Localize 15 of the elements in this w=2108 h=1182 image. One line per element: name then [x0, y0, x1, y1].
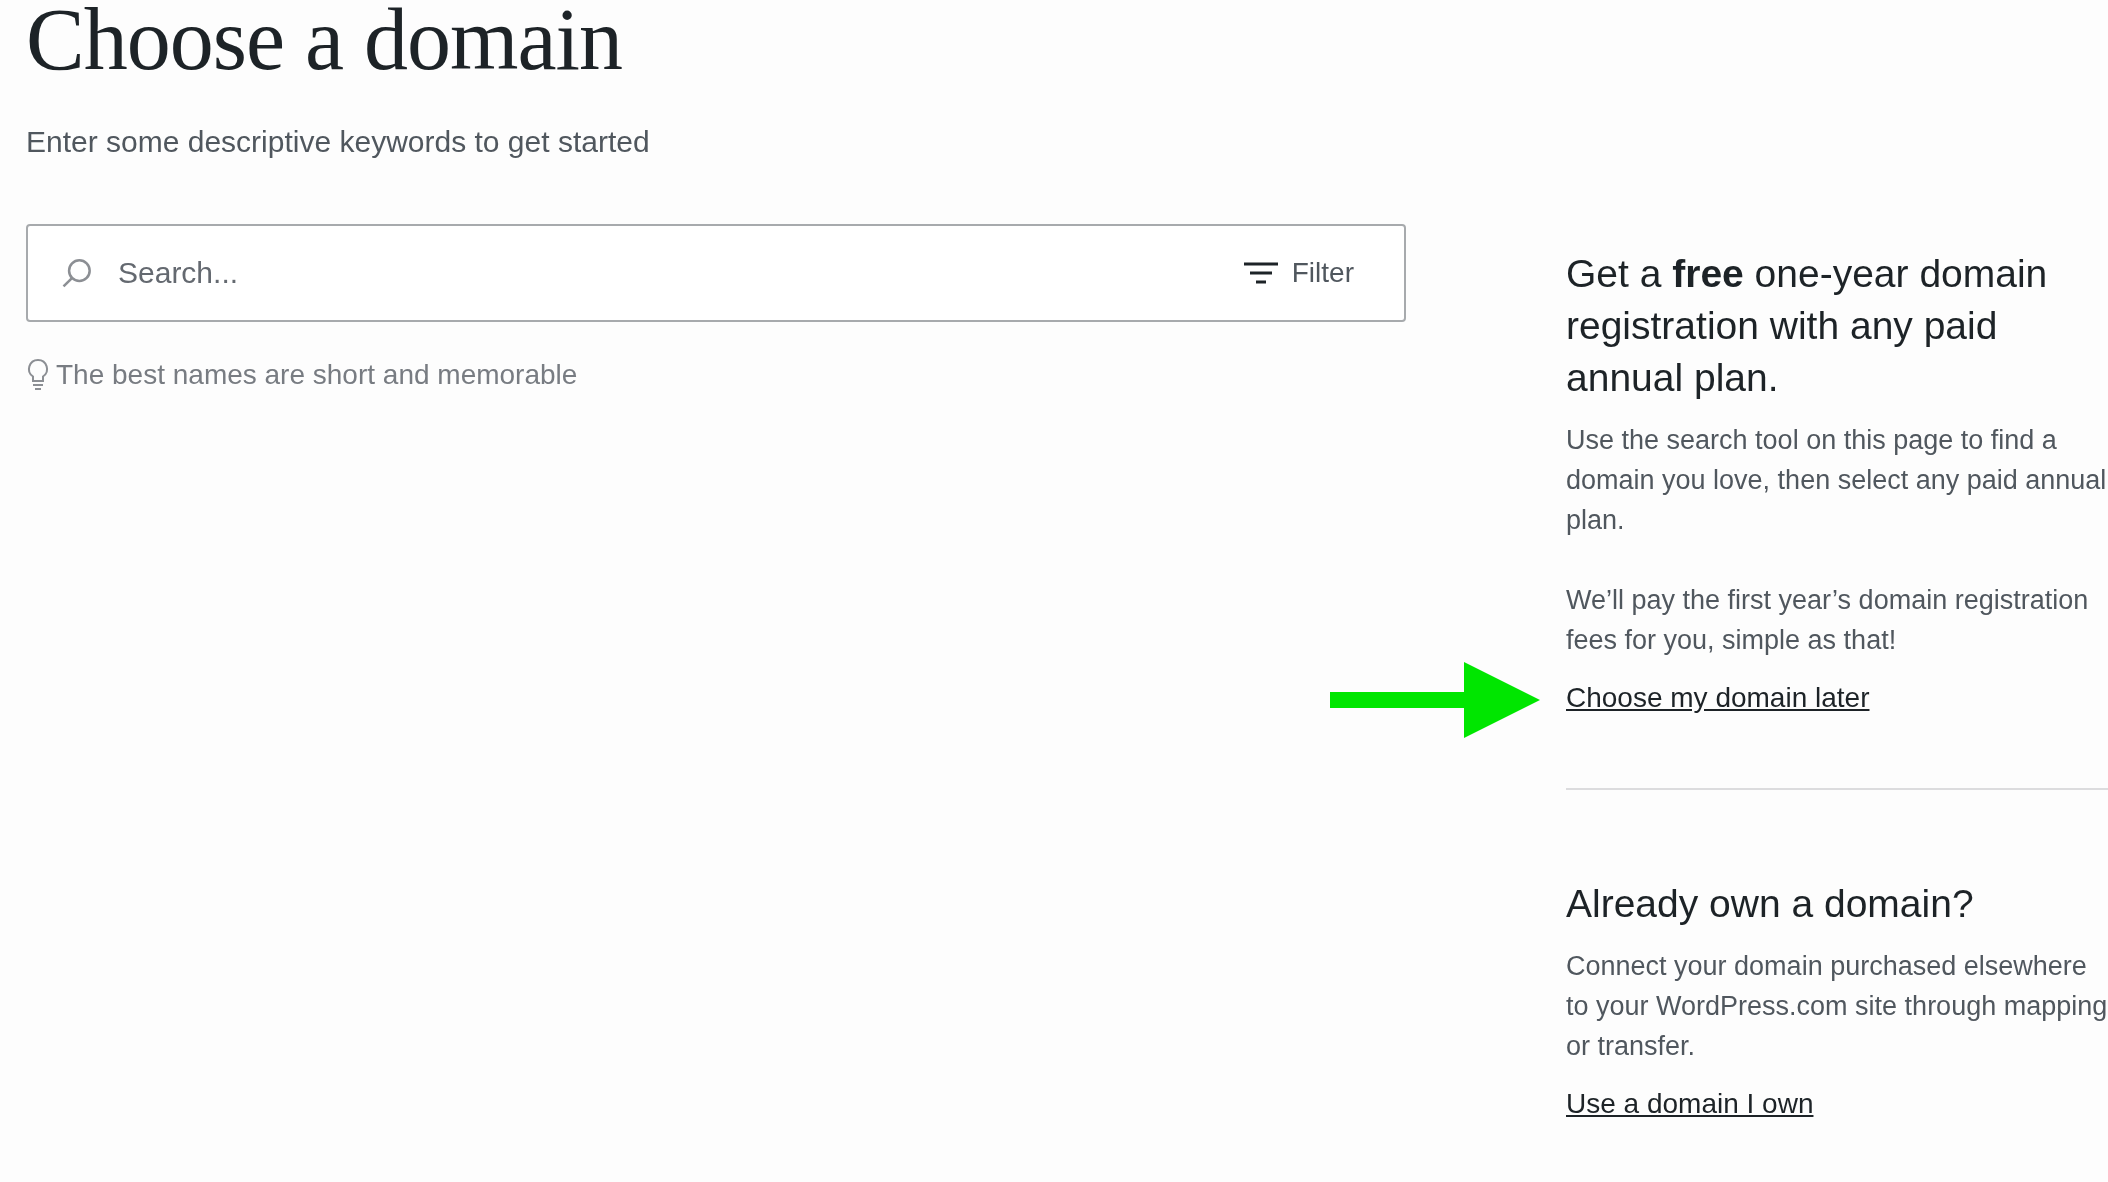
page-subtitle: Enter some descriptive keywords to get started — [26, 124, 651, 160]
section-heading: Already own a domain? — [1566, 881, 1975, 927]
text-link[interactable]: Use a domain I own — [1566, 1088, 1814, 1119]
filter-icon — [1243, 261, 1278, 285]
tip-text: The best names are short and memorable — [56, 359, 578, 391]
section-paragraph: Use the search tool on this page to find a domain you love, then select any paid annual plan. — [1566, 424, 2108, 537]
search-field[interactable]: Search... Filter — [26, 224, 1406, 322]
lightbulb-icon — [26, 358, 50, 392]
section-heading: Get a free one-year domain registration with any paid annual plan. — [1566, 251, 2049, 401]
section-paragraph: We’ll pay the first year’s domain registration fees for you, simple as that! — [1566, 584, 2090, 657]
section-paragraph: Connect your domain purchased elsewhere to your WordPress.com site through mapping or transfer. — [1566, 950, 2108, 1063]
text-link[interactable]: Choose my domain later — [1566, 682, 1870, 713]
arrow-icon — [1330, 662, 1540, 738]
filter-button[interactable]: Filter — [1237, 251, 1360, 295]
page-title: Choose a domain — [26, 0, 623, 88]
